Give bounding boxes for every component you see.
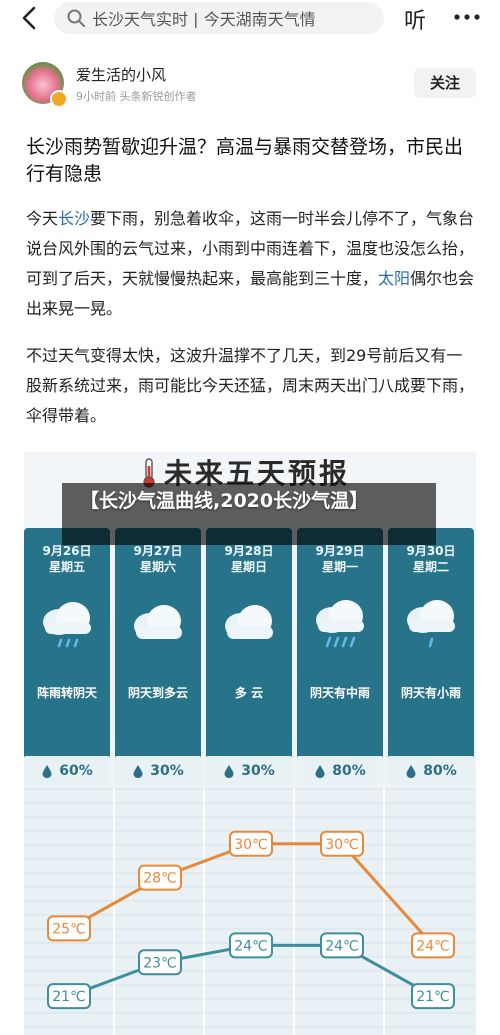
rain-probability: 30% [115,756,201,785]
temperature-chart-svg: 25℃ 28℃ 30℃ 30℃ 24℃ 21℃ 23℃ 24℃ 24℃ 21℃ [47,830,455,1010]
author-row: 爱生活的小风 9小时前 头条新锐创作者 关注 [22,62,492,110]
temperature-label: 24℃ [325,938,359,954]
temperature-chart: 25℃ 28℃ 30℃ 30℃ 24℃ 21℃ 23℃ 24℃ 24℃ 21℃ [24,788,476,1035]
text-span: 今天 [26,209,59,228]
day-column: 9月26日 星期五 阵雨转阴天 60% [24,528,110,785]
rain-percent: 30% [150,762,184,779]
author-meta: 9小时前 头条新锐创作者 [76,90,197,103]
day-weekday: 星期日 [230,560,267,574]
article-title: 长沙雨势暂歇迎升温？高温与暴雨交替登场，市民出行有隐患 [26,136,464,185]
raindrop-icon [315,764,325,778]
listen-button[interactable]: 听 [404,3,426,35]
raindrop-icon [406,764,416,778]
day-condition: 多 云 [234,686,264,700]
day-weekday: 星期六 [139,560,176,574]
search-input[interactable] [92,8,382,28]
image-caption: 【长沙气温曲线,2020长沙气温】 [80,490,369,512]
day-column: 9月30日 星期二 阴天有小雨 80% [388,528,474,785]
temperature-label: 30℃ [234,837,268,853]
day-column: 9月28日 星期日 多 云 30% [206,528,292,785]
temperature-label: 30℃ [325,837,359,853]
author-name[interactable]: 爱生活的小风 [76,64,166,85]
temperature-line-high [68,842,435,947]
day-condition: 阵雨转阴天 [36,686,97,700]
forecast-columns: 9月26日 星期五 阵雨转阴天 60% 9月27日 星期六 阴天到多云 30% … [24,528,476,785]
temperature-point: 30℃ [229,830,273,857]
article-paragraph-2: 不过天气变得太快，这波升温撑不了几天，到29号前后又有一股新系统过来，雨可能比今… [26,346,475,425]
day-column: 9月29日 星期一 阴天有中雨 80% [297,528,383,785]
temperature-label: 21℃ [416,989,450,1005]
temperature-point: 28℃ [138,864,182,891]
article-paragraph-1: 今天长沙要下雨，别急着收伞，这雨一时半会儿停不了，气象台说台风外围的云气过来，小… [26,204,478,324]
cloud-icon [225,605,273,639]
cloud-light-rain-icon [407,600,455,648]
day-weekday: 星期一 [321,560,358,574]
day-condition: 阴天到多云 [127,686,188,700]
rain-percent: 30% [241,762,275,779]
verified-badge-icon [50,90,68,108]
rain-probability: 80% [297,756,383,785]
rain-probability: 60% [24,756,110,785]
temperature-label: 24℃ [234,938,268,954]
keyword-link-sun[interactable]: 太阳 [378,269,410,288]
search-bar[interactable] [54,2,384,34]
rain-probability: 80% [388,756,474,785]
temperature-point: 21℃ [411,983,455,1010]
cloud-heavy-rain-icon [316,600,364,648]
rain-percent: 80% [423,762,457,779]
image-caption-overlay: 【长沙气温曲线,2020长沙气温】 [62,483,436,545]
temperature-label: 21℃ [52,989,86,1005]
temperature-label: 28℃ [143,871,177,887]
follow-button[interactable]: 关注 [414,68,476,98]
temperature-point: 30℃ [320,830,364,857]
raindrop-icon [42,764,52,778]
temperature-point: 24℃ [411,932,455,959]
rain-percent: 60% [59,762,93,779]
day-column: 9月27日 星期六 阴天到多云 30% [115,528,201,785]
more-options-icon[interactable] [452,4,482,30]
day-condition: 阴天有中雨 [309,686,370,700]
cloud-rain-icon [43,602,91,648]
keyword-link-changsha[interactable]: 长沙 [58,209,90,228]
day-condition: 阴天有小雨 [400,686,461,700]
cloud-icon [134,605,182,639]
rain-probability: 30% [206,756,292,785]
temperature-label: 23℃ [143,955,177,971]
search-icon [67,9,85,27]
temperature-point: 21℃ [47,983,91,1010]
back-arrow-icon[interactable] [16,4,44,32]
day-weekday: 星期二 [412,560,449,574]
day-weekday: 星期五 [48,560,85,574]
temperature-label: 24℃ [416,938,450,954]
temperature-label: 25℃ [52,921,86,937]
temperature-point: 23℃ [138,949,182,976]
temperature-point: 25℃ [47,915,91,942]
raindrop-icon [133,764,143,778]
top-bar: 听 [0,0,500,38]
temperature-point: 24℃ [229,932,273,959]
raindrop-icon [224,764,234,778]
temperature-point: 24℃ [320,932,364,959]
rain-percent: 80% [332,762,366,779]
